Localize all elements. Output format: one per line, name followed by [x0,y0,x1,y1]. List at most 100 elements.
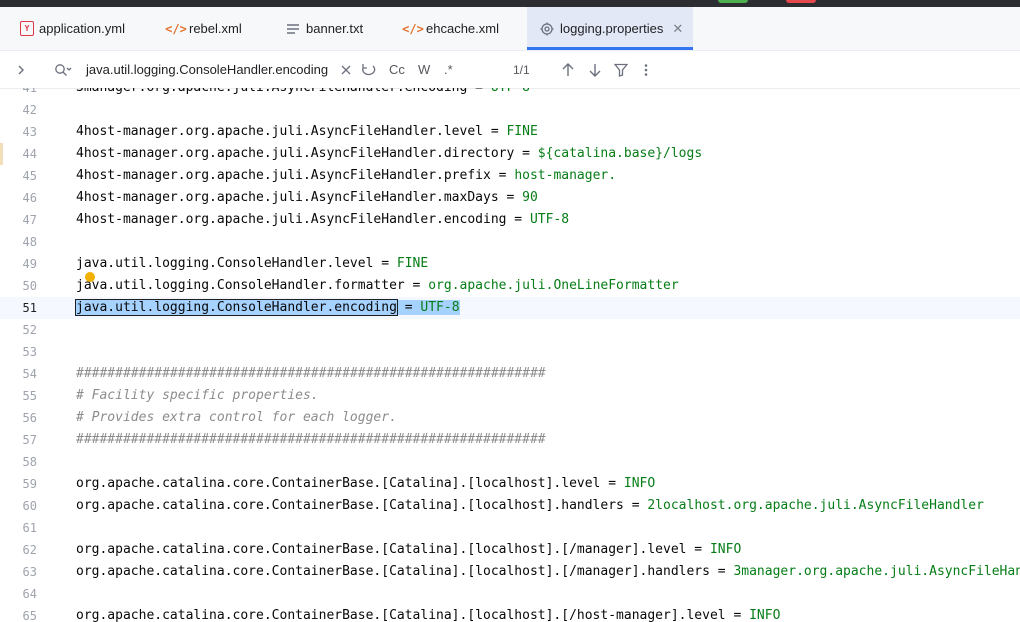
intention-bulb-icon[interactable] [85,272,95,282]
whole-words-button[interactable]: W [418,51,430,88]
property-key: 4host-manager.org.apache.juli.AsyncFileH… [76,146,515,161]
code-line[interactable]: 44 4host-manager.org.apache.juli.AsyncFil… [0,143,1020,165]
line-number: 59 [22,477,37,491]
line-number: 62 [22,543,37,557]
property-operator: = [600,476,624,491]
filter-icon[interactable] [614,51,628,88]
comment-separator: ########################################… [76,432,546,447]
line-content: # Facility specific properties. [76,385,319,407]
property-key: 4host-manager.org.apache.juli.AsyncFileH… [76,190,499,205]
code-line[interactable]: 43 4host-manager.org.apache.juli.AsyncFil… [0,121,1020,143]
line-content: # Provides extra control for each logger… [76,407,397,429]
property-value: FINE [396,256,429,271]
property-operator: = [725,608,750,622]
property-key: java.util.logging.ConsoleHandler.formatt… [76,278,405,293]
tab-application-yml[interactable]: Y application.yml [20,7,125,50]
property-value: INFO [709,542,742,557]
property-value: org.apache.juli.OneLineFormatter [428,278,679,293]
code-line[interactable]: 45 4host-manager.org.apache.juli.AsyncFil… [0,165,1020,187]
property-operator: = [498,190,523,205]
property-operator: = [686,542,710,557]
property-operator: = [467,88,490,95]
yml-icon: Y [20,21,34,36]
more-options-icon[interactable] [643,51,649,88]
property-operator: = [506,212,530,227]
line-content: org.apache.catalina.core.ContainerBase.[… [76,561,1020,583]
line-number: 60 [22,499,37,513]
search-input[interactable]: java.util.logging.ConsoleHandler.encodin… [86,51,328,88]
code-line[interactable]: 41 3manager.org.apache.juli.AsyncFileHand… [0,88,1020,99]
tab-banner-txt[interactable]: banner.txt [285,7,363,50]
line-content: java.util.logging.ConsoleHandler.encodin… [75,297,460,319]
code-line[interactable]: 48 [0,231,1020,253]
code-line[interactable]: 54 ######################################… [0,363,1020,385]
line-number: 63 [22,565,37,579]
code-line[interactable]: 47 4host-manager.org.apache.juli.AsyncFil… [0,209,1020,231]
code-editor[interactable]: 41 3manager.org.apache.juli.AsyncFileHand… [0,88,1020,622]
regex-button[interactable]: .* [444,51,453,88]
code-line[interactable]: 61 [0,517,1020,539]
code-line[interactable]: 50 java.util.logging.ConsoleHandler.forma… [0,275,1020,297]
tab-rebel-xml[interactable]: </> rebel.xml [165,7,242,50]
line-number: 53 [22,345,37,359]
expand-replace-icon[interactable] [16,51,26,88]
property-key: org.apache.catalina.core.ContainerBase.[… [76,498,624,513]
line-number: 51 [22,301,37,315]
property-value: UTF-8 [420,300,460,315]
code-line[interactable]: 62 org.apache.catalina.core.ContainerBase… [0,539,1020,561]
line-content: 4host-manager.org.apache.juli.AsyncFileH… [76,143,702,165]
code-line[interactable]: 55 # Facility specific properties. [0,385,1020,407]
line-number: 49 [22,257,37,271]
code-line[interactable]: 65 org.apache.catalina.core.ContainerBase… [0,605,1020,622]
code-line[interactable]: 46 4host-manager.org.apache.juli.AsyncFil… [0,187,1020,209]
match-case-label: Cc [389,62,405,77]
code-line[interactable]: 51 java.util.logging.ConsoleHandler.encod… [0,297,1020,319]
tab-ehcache-xml[interactable]: </> ehcache.xml [402,7,499,50]
code-line[interactable]: 63 org.apache.catalina.core.ContainerBase… [0,561,1020,583]
tab-label: application.yml [39,21,125,36]
line-content: 3manager.org.apache.juli.AsyncFileHandle… [76,88,530,99]
property-key: java.util.logging.ConsoleHandler.level [76,256,374,271]
line-content: org.apache.catalina.core.ContainerBase.[… [76,605,780,622]
clear-search-icon[interactable] [341,51,351,88]
editor-tab-bar: Y application.yml </> rebel.xml banner.t… [0,7,1020,51]
tab-label: banner.txt [306,21,364,36]
code-line[interactable]: 64 [0,583,1020,605]
previous-match-icon[interactable] [562,51,574,88]
property-operator: = [514,146,538,161]
line-number: 47 [22,213,37,227]
code-line[interactable]: 42 [0,99,1020,121]
match-count: 1/1 [513,51,530,88]
property-key: org.apache.catalina.core.ContainerBase.[… [76,542,687,557]
code-line[interactable]: 60 org.apache.catalina.core.ContainerBase… [0,495,1020,517]
line-content: org.apache.catalina.core.ContainerBase.[… [76,539,741,561]
line-content: 4host-manager.org.apache.juli.AsyncFileH… [76,187,538,209]
selection: = UTF-8 [396,300,460,315]
next-match-icon[interactable] [589,51,601,88]
code-line[interactable]: 52 [0,319,1020,341]
line-content: java.util.logging.ConsoleHandler.level =… [76,253,428,275]
code-line[interactable]: 49 java.util.logging.ConsoleHandler.level… [0,253,1020,275]
close-icon[interactable]: ✕ [672,21,683,37]
property-operator: = [623,498,648,513]
code-line[interactable]: 59 org.apache.catalina.core.ContainerBase… [0,473,1020,495]
property-operator: = [709,564,734,579]
line-content: org.apache.catalina.core.ContainerBase.[… [76,495,984,517]
search-icon[interactable] [54,51,72,88]
line-number: 65 [22,609,37,622]
property-key: org.apache.catalina.core.ContainerBase.[… [76,564,710,579]
line-content: 4host-manager.org.apache.juli.AsyncFileH… [76,209,569,231]
code-line[interactable]: 57 ######################################… [0,429,1020,451]
tab-logging-properties[interactable]: logging.properties ✕ [527,7,694,50]
line-number: 57 [22,433,37,447]
line-number: 58 [22,455,37,469]
code-line[interactable]: 56 # Provides extra control for each logg… [0,407,1020,429]
line-number: 54 [22,367,37,381]
line-number: 46 [22,191,37,205]
code-line[interactable]: 58 [0,451,1020,473]
code-line[interactable]: 53 [0,341,1020,363]
match-case-button[interactable]: Cc [389,51,405,88]
property-value: INFO [749,608,781,622]
regex-label: .* [444,62,453,77]
search-history-icon[interactable] [360,51,376,88]
